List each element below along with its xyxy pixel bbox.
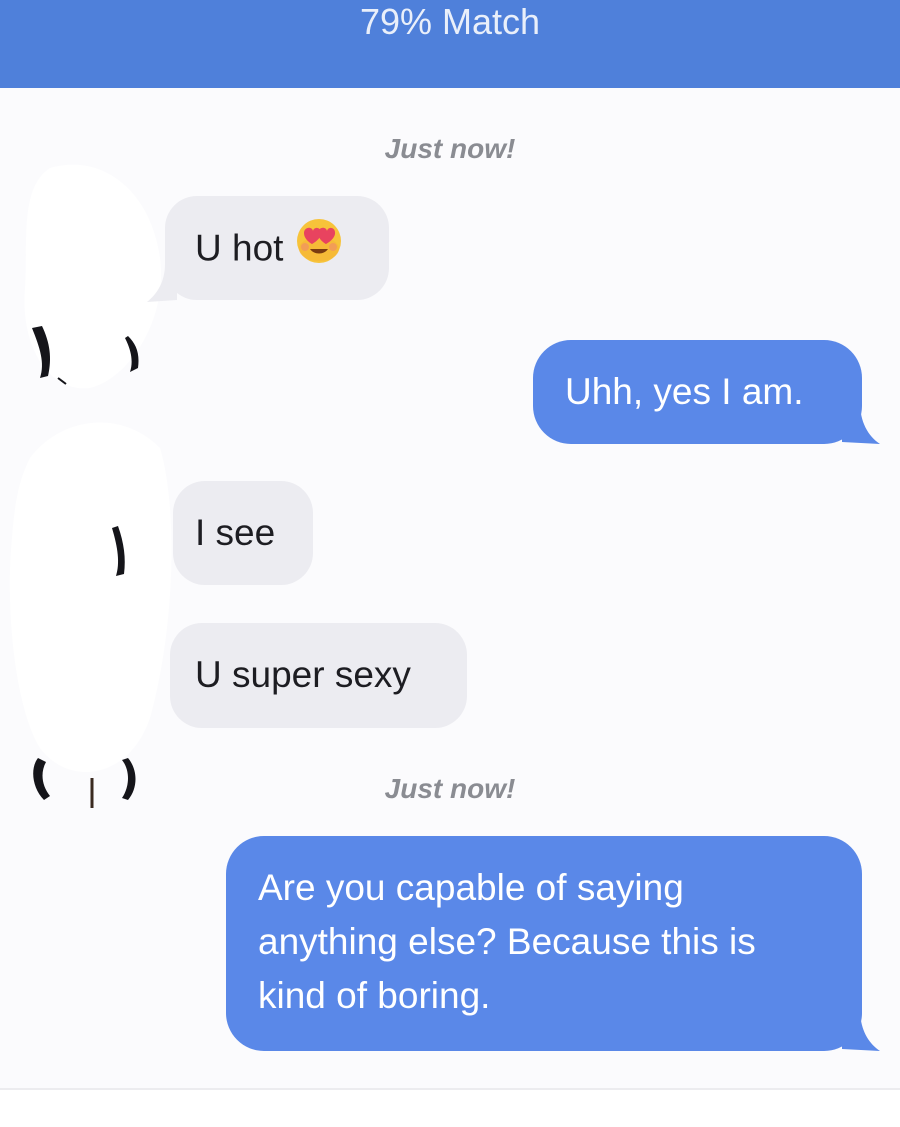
chat-header: 79% Match <box>0 0 900 88</box>
match-percentage-title[interactable]: 79% Match <box>0 0 900 44</box>
heart-eyes-emoji-icon <box>293 213 345 280</box>
chat-thread[interactable]: Just now! U hot Uhh, yes I am. I see U s… <box>0 88 900 1088</box>
message-text: Are you capable of saying anything else?… <box>258 867 756 1016</box>
outgoing-message-bubble[interactable]: Are you capable of saying anything else?… <box>226 836 862 1051</box>
incoming-message-bubble[interactable]: I see <box>173 481 313 585</box>
message-text: U hot <box>195 227 284 269</box>
incoming-bubble-tail <box>147 264 177 302</box>
outgoing-bubble-tail <box>842 1009 880 1051</box>
incoming-message-bubble[interactable]: U super sexy <box>170 623 467 728</box>
outgoing-message-bubble[interactable]: Uhh, yes I am. <box>533 340 862 444</box>
incoming-message-bubble[interactable]: U hot <box>165 196 389 300</box>
message-composer-bar[interactable] <box>0 1088 900 1127</box>
message-timestamp: Just now! <box>384 773 516 804</box>
message-text: I see <box>195 512 276 553</box>
redacted-avatar <box>9 422 172 808</box>
message-text: U super sexy <box>195 654 411 695</box>
message-text: Uhh, yes I am. <box>565 371 804 412</box>
outgoing-bubble-tail <box>842 402 880 444</box>
